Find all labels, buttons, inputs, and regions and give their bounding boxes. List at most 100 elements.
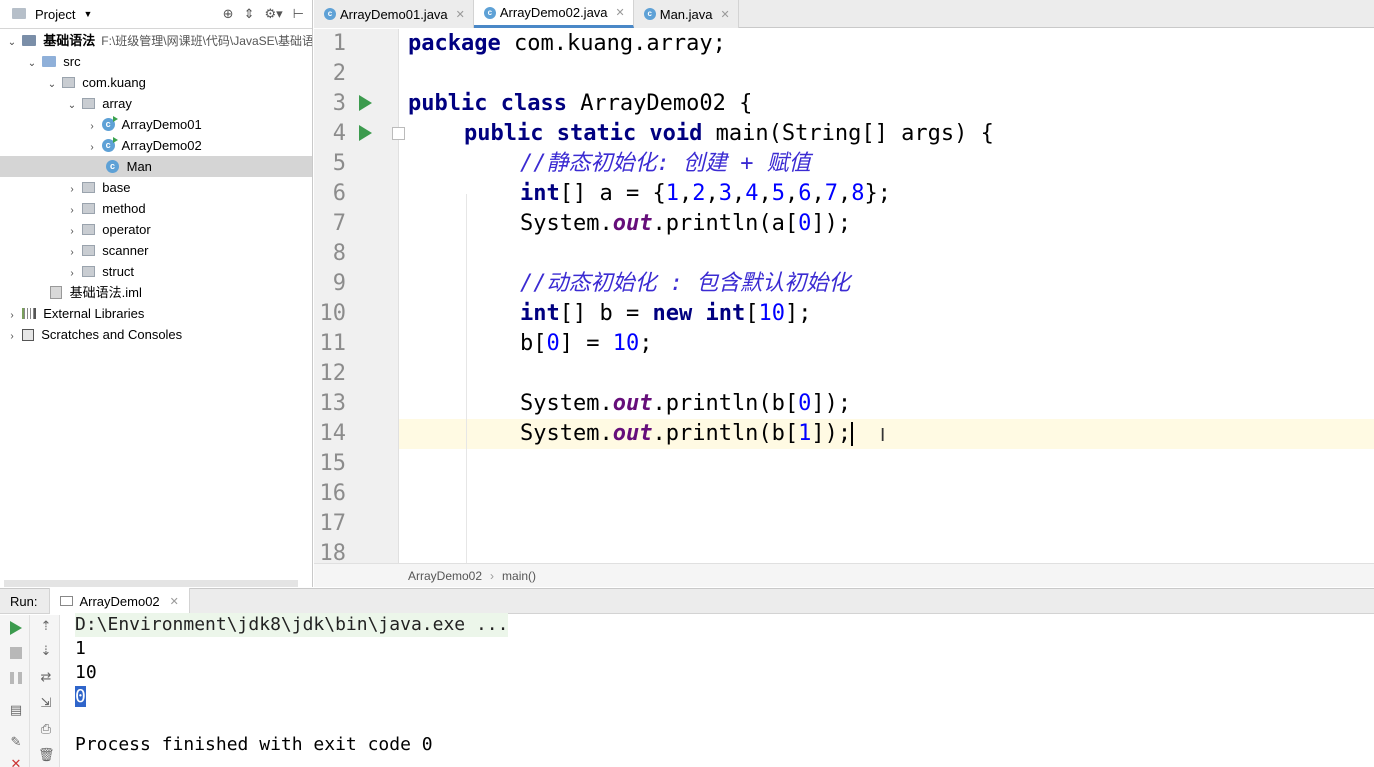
tree-item-scratches[interactable]: › Scratches and Consoles <box>0 324 312 347</box>
line-number: 4 <box>332 121 346 146</box>
tree-item-array[interactable]: ⌄ array <box>0 93 312 116</box>
project-icon <box>12 7 26 19</box>
close-icon[interactable]: ✕ <box>721 8 730 21</box>
code-token: ArrayDemo02 { <box>566 91 753 116</box>
gear-icon[interactable]: ⚙▾ <box>264 6 282 22</box>
close-icon[interactable]: ✕ <box>456 8 465 21</box>
horizontal-scrollbar[interactable] <box>4 580 298 587</box>
project-title[interactable]: Project <box>35 7 75 22</box>
arrow-down-icon[interactable]: ⇣ <box>38 643 54 659</box>
code-token: System. <box>520 211 613 236</box>
indent-guide <box>466 194 467 563</box>
collapse-icon[interactable]: ⇕ <box>244 6 255 22</box>
code-number: 2 <box>692 181 706 206</box>
code-token: com.kuang.array; <box>500 31 726 56</box>
run-tab-arraydemo02[interactable]: ArrayDemo02 ✕ <box>49 588 190 614</box>
arrow-up-icon[interactable]: ⇡ <box>38 618 54 634</box>
tree-item-arraydemo01[interactable]: › c ArrayDemo01 <box>0 114 312 137</box>
run-class-icon[interactable] <box>359 95 372 111</box>
code-number: 0 <box>798 391 812 416</box>
pin-icon[interactable]: ✎ <box>8 734 24 750</box>
close-icon[interactable]: ✕ <box>8 756 24 767</box>
code-number: 10 <box>758 301 785 326</box>
chevron-right-icon[interactable]: › <box>86 137 98 158</box>
chevron-down-icon[interactable]: ⌄ <box>26 53 38 74</box>
code-token: int <box>520 301 560 326</box>
code-token: int <box>520 181 560 206</box>
code-token: }; <box>864 181 891 206</box>
chevron-down-icon[interactable]: ⌄ <box>66 95 78 116</box>
tree-item-external-libraries[interactable]: › External Libraries <box>0 303 312 326</box>
tree-item-arraydemo02[interactable]: › c ArrayDemo02 <box>0 135 312 158</box>
code-token: int <box>705 301 746 326</box>
line-number: 16 <box>319 481 347 506</box>
locate-icon[interactable]: ⊕ <box>223 6 234 22</box>
package-icon <box>81 98 95 110</box>
chevron-right-icon[interactable]: › <box>86 116 98 137</box>
tab-arraydemo02[interactable]: c ArrayDemo02.java ✕ <box>473 0 634 28</box>
tree-item-com-kuang[interactable]: ⌄ com.kuang <box>0 72 312 95</box>
chevron-right-icon[interactable]: › <box>6 326 18 347</box>
console-line-selected: 0 <box>75 685 86 709</box>
editor-tabs: c ArrayDemo01.java ✕ c ArrayDemo02.java … <box>314 0 1374 28</box>
code-line-4: public static void main(String[] args) { <box>464 119 994 149</box>
tree-item-man[interactable]: c Man <box>0 156 312 177</box>
line-number: 1 <box>332 31 346 56</box>
chevron-right-icon[interactable]: › <box>66 179 78 200</box>
scroll-to-end-icon[interactable]: ⇲ <box>38 695 54 711</box>
breadcrumb-method[interactable]: main() <box>502 569 536 583</box>
tab-label: Man.java <box>659 6 713 22</box>
chevron-right-icon[interactable]: › <box>66 242 78 263</box>
breadcrumb-class[interactable]: ArrayDemo02 <box>408 569 482 583</box>
code-token: public class <box>408 91 567 116</box>
tree-item-iml[interactable]: 基础语法.iml <box>0 282 312 303</box>
code-token: [] b = <box>559 301 653 326</box>
line-number: 14 <box>319 421 347 446</box>
tree-item-src[interactable]: ⌄ src <box>0 51 312 74</box>
chevron-right-icon[interactable]: › <box>6 305 18 326</box>
line-number: 7 <box>332 211 346 236</box>
line-number: 11 <box>319 331 347 356</box>
trash-icon[interactable]: 🗑 <box>38 747 55 763</box>
line-number: 10 <box>319 301 347 326</box>
hide-icon[interactable]: ⊢ <box>293 6 304 22</box>
pause-icon[interactable] <box>10 672 22 684</box>
line-number: 8 <box>332 241 346 266</box>
tree-item-base[interactable]: › base <box>0 177 312 200</box>
chevron-right-icon[interactable]: › <box>66 263 78 284</box>
tree-item-scanner[interactable]: › scanner <box>0 240 312 263</box>
chevron-down-icon[interactable]: ⌄ <box>46 74 58 95</box>
code-token: public static void <box>464 121 703 146</box>
tree-item-method[interactable]: › method <box>0 198 312 221</box>
code-token: ]); <box>811 391 852 416</box>
close-icon[interactable]: ✕ <box>170 595 179 608</box>
line-number: 17 <box>319 511 347 536</box>
chevron-right-icon[interactable]: › <box>66 221 78 242</box>
chevron-down-icon[interactable]: ⌄ <box>6 32 18 53</box>
code-token: main(String[] args) { <box>702 121 994 146</box>
console-output[interactable]: D:\Environment\jdk8\jdk\bin\java.exe ...… <box>61 613 1374 767</box>
fold-icon[interactable] <box>392 127 405 140</box>
chevron-down-icon[interactable]: ▼ <box>83 9 92 19</box>
tab-man[interactable]: c Man.java ✕ <box>633 0 739 28</box>
tree-item-operator[interactable]: › operator <box>0 219 312 242</box>
stop-icon[interactable] <box>10 647 22 659</box>
layout-icon[interactable]: ▤ <box>8 702 24 718</box>
code-editor[interactable]: 1 2 3 4 5 6 7 8 9 10 11 12 13 14 15 16 1… <box>314 29 1374 563</box>
tree-item-struct[interactable]: › struct <box>0 261 312 284</box>
code-line-5: //静态初始化: 创建 + 赋值 <box>520 151 811 176</box>
soft-wrap-icon[interactable]: ⇄ <box>38 669 54 685</box>
chevron-right-icon[interactable]: › <box>66 200 78 221</box>
run-main-icon[interactable] <box>359 125 372 141</box>
code-line-9: //动态初始化 : 包含默认初始化 <box>520 271 851 296</box>
i-beam-cursor-icon: I <box>880 425 886 446</box>
close-icon[interactable]: ✕ <box>616 6 625 19</box>
package-icon <box>61 77 75 89</box>
code-line-11: b[0] = 10; <box>520 329 652 359</box>
tree-item-label: 基础语法 <box>43 33 96 48</box>
print-icon[interactable]: ⎙ <box>38 721 54 737</box>
tree-item-module[interactable]: ⌄ 基础语法 F:\班级管理\网课班\代码\JavaSE\基础语 <box>0 30 312 53</box>
tab-arraydemo01[interactable]: c ArrayDemo01.java ✕ <box>314 0 474 28</box>
rerun-icon[interactable] <box>10 621 22 635</box>
iml-file-icon <box>50 286 62 300</box>
